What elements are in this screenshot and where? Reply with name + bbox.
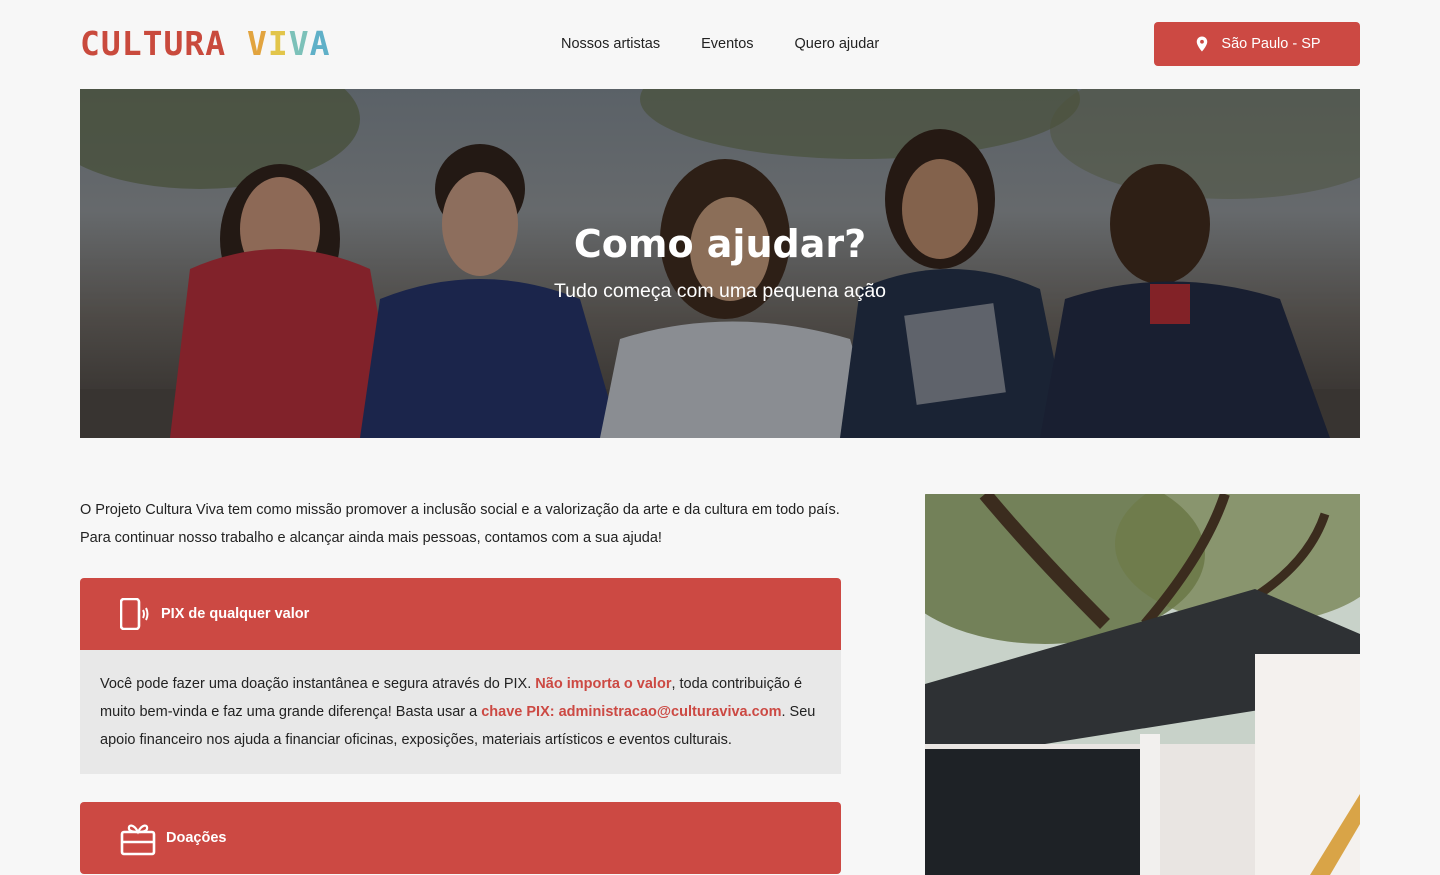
intro-line-1: O Projeto Cultura Viva tem como missão p… <box>80 502 840 518</box>
nav-link-eventos[interactable]: Eventos <box>701 35 753 53</box>
intro-text: O Projeto Cultura Viva tem como missão p… <box>80 496 850 552</box>
highlight-any-value: Não importa o valor <box>535 676 672 692</box>
logo[interactable]: CULTURA VIVA <box>80 26 330 62</box>
location-label: São Paulo - SP <box>1221 36 1321 52</box>
accordion-title-doacoes: Doações <box>166 830 227 846</box>
hero-banner: Como ajudar? Tudo começa com uma pequena… <box>80 89 1360 438</box>
nav-link-quero-ajudar[interactable]: Quero ajudar <box>795 35 880 53</box>
accordion-header-doacoes[interactable]: Doações <box>80 802 841 874</box>
site-header: CULTURA VIVA Nossos artistas Eventos Que… <box>0 0 1440 89</box>
main-nav: Nossos artistas Eventos Quero ajudar <box>561 35 879 53</box>
smartphone-icon <box>120 598 149 630</box>
pix-key: chave PIX: administracao@culturaviva.com <box>481 704 782 720</box>
map-pin-icon <box>1197 36 1208 52</box>
accordion-body-pix: Você pode fazer uma doação instantânea e… <box>80 650 841 774</box>
hero-title: Como ajudar? <box>573 222 867 266</box>
hero-subtitle: Tudo começa com uma pequena ação <box>553 280 887 302</box>
building-photo <box>925 494 1360 875</box>
accordion-header-pix[interactable]: PIX de qualquer valor <box>80 578 841 650</box>
accordion-title-pix: PIX de qualquer valor <box>161 606 310 622</box>
location-button[interactable]: São Paulo - SP <box>1154 22 1360 66</box>
nav-link-artistas[interactable]: Nossos artistas <box>561 35 660 53</box>
side-photo <box>925 494 1360 875</box>
gift-icon <box>120 824 156 856</box>
intro-line-2: Para continuar nosso trabalho e alcançar… <box>80 530 662 546</box>
